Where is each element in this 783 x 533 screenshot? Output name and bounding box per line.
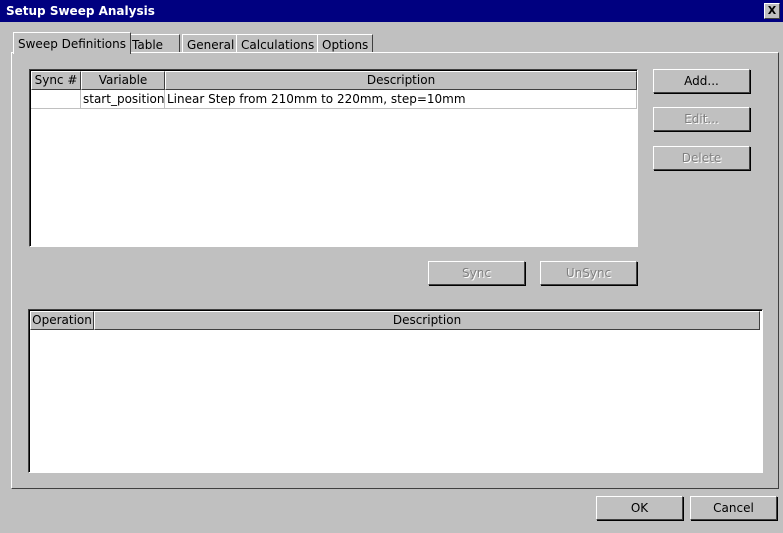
- column-header-description[interactable]: Description: [165, 71, 637, 90]
- window-title: Setup Sweep Analysis: [6, 4, 155, 18]
- tab-table[interactable]: Table: [127, 34, 180, 54]
- column-header-sync[interactable]: Sync #: [31, 71, 81, 90]
- description-cell: Linear Step from 210mm to 220mm, step=10…: [165, 90, 637, 109]
- sync-cell: [31, 90, 81, 109]
- delete-button[interactable]: Delete: [653, 146, 750, 170]
- close-icon: X: [767, 4, 777, 17]
- tab-sweep-definitions[interactable]: Sweep Definitions: [13, 32, 131, 54]
- column-header-operation-description[interactable]: Description: [94, 311, 760, 330]
- close-button[interactable]: X: [764, 3, 780, 19]
- add-button[interactable]: Add...: [653, 69, 750, 93]
- cancel-button[interactable]: Cancel: [690, 496, 777, 520]
- tab-panel: Sync # Variable Description start_positi…: [11, 52, 779, 489]
- operations-list[interactable]: Operation Description: [28, 309, 763, 473]
- tab-calculations[interactable]: Calculations: [236, 34, 320, 54]
- edit-button[interactable]: Edit...: [653, 107, 750, 131]
- title-bar: Setup Sweep Analysis X: [0, 0, 783, 22]
- sync-button[interactable]: Sync: [428, 261, 525, 285]
- tab-general[interactable]: General: [182, 34, 240, 54]
- ok-button[interactable]: OK: [596, 496, 683, 520]
- sweep-definitions-list[interactable]: Sync # Variable Description start_positi…: [29, 69, 638, 247]
- column-header-operation[interactable]: Operation: [30, 311, 94, 330]
- variable-cell: start_position1: [81, 90, 165, 109]
- tab-options[interactable]: Options: [317, 34, 374, 54]
- column-header-variable[interactable]: Variable: [81, 71, 165, 90]
- unsync-button[interactable]: UnSync: [540, 261, 637, 285]
